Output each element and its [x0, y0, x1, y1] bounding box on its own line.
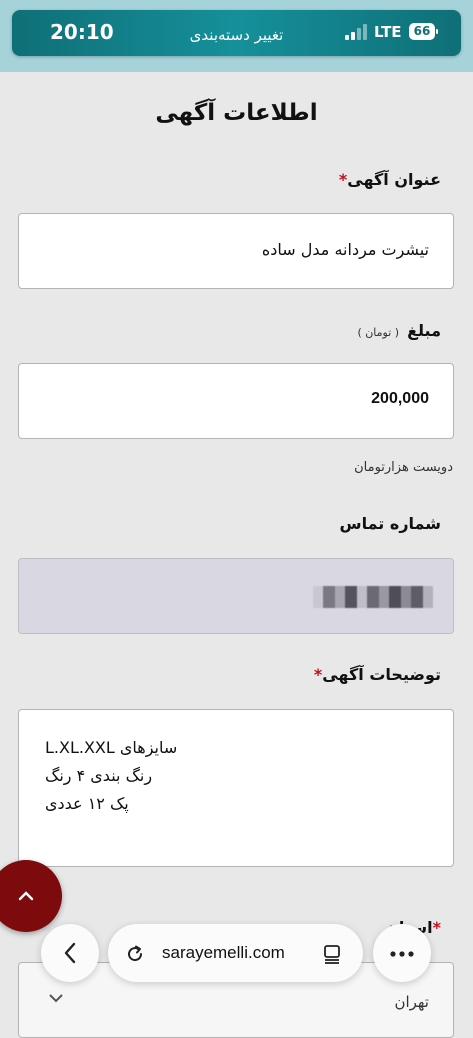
description-line: سایزهای L.XL.XXL	[45, 738, 178, 757]
ad-title-label-text: عنوان آگهی	[347, 170, 441, 189]
price-label-text: مبلغ	[407, 321, 441, 340]
more-icon	[390, 951, 414, 957]
chevron-up-icon	[18, 891, 34, 901]
price-input[interactable]: 200,000	[18, 363, 454, 439]
description-line: پک ۱۲ عددی	[45, 794, 129, 813]
required-mark: *	[338, 170, 348, 189]
status-bar-header: 20:10 تغییر دسته‌بندی LTE 66	[12, 10, 461, 56]
description-label-text: توضیحات آگهی	[322, 665, 441, 684]
ad-title-input[interactable]: تیشرت مردانه مدل ساده	[18, 213, 454, 289]
phone-field	[18, 558, 454, 634]
price-label: مبلغ ( تومان )	[357, 321, 441, 340]
blurred-phone-number	[313, 586, 433, 608]
network-type: LTE	[374, 23, 402, 41]
address-bar[interactable]: sarayemelli.com	[108, 924, 363, 982]
price-in-words: دویست هزارتومان	[354, 460, 453, 475]
phone-label: شماره تماس	[339, 514, 441, 533]
browser-toolbar: sarayemelli.com	[0, 920, 473, 990]
province-value: تهران	[394, 993, 429, 1011]
status-bar: 20:10 تغییر دسته‌بندی LTE 66	[0, 0, 473, 72]
more-options-button[interactable]	[373, 924, 431, 982]
description-textarea[interactable]: سایزهای L.XL.XXL رنگ بندی ۴ رنگ پک ۱۲ عد…	[18, 709, 454, 867]
description-label: توضیحات آگهی*	[314, 665, 441, 684]
back-button[interactable]	[41, 924, 99, 982]
description-line: رنگ بندی ۴ رنگ	[45, 766, 153, 785]
required-mark: *	[313, 665, 323, 684]
reload-icon[interactable]	[124, 943, 146, 965]
battery-icon: 66	[409, 23, 438, 40]
back-arrow-icon	[64, 942, 76, 964]
url-text: sarayemelli.com	[162, 943, 285, 962]
ad-title-value: تیشرت مردانه مدل ساده	[261, 240, 429, 259]
chevron-down-icon	[49, 994, 63, 1003]
ad-title-label: عنوان آگهی*	[339, 170, 441, 189]
page-title: اطلاعات آگهی	[155, 100, 318, 126]
price-value: 200,000	[371, 390, 429, 407]
signal-icon	[345, 24, 367, 40]
reader-mode-icon[interactable]	[322, 944, 342, 964]
price-unit: ( تومان )	[357, 326, 400, 339]
